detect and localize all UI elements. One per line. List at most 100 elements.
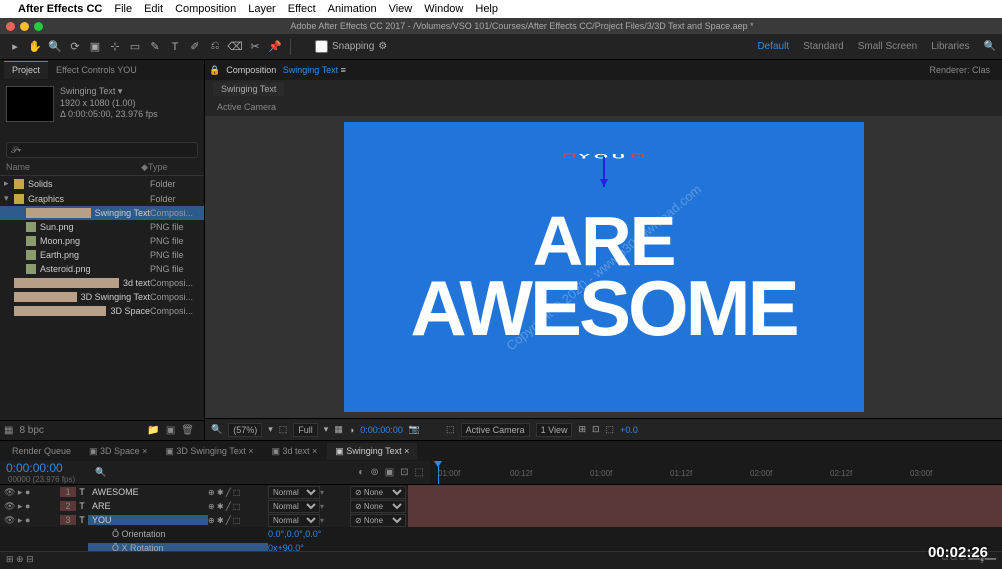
- col-tag-icon[interactable]: ◆: [141, 162, 148, 173]
- shape-tool-icon[interactable]: ▭: [126, 38, 144, 56]
- bpc-toggle[interactable]: 8 bpc: [19, 425, 43, 436]
- views-dropdown[interactable]: 1 View: [536, 423, 573, 437]
- timecode-display[interactable]: 0:00:00:00: [360, 425, 403, 435]
- project-item[interactable]: Asteroid.pngPNG file: [0, 262, 204, 276]
- project-item[interactable]: ▸SolidsFolder: [0, 176, 204, 191]
- timeline-tab[interactable]: ▣ 3D Space ×: [81, 443, 155, 460]
- roto-tool-icon[interactable]: ✂: [246, 38, 264, 56]
- 3d-layer-icon[interactable]: ⬚: [415, 467, 424, 478]
- project-item[interactable]: Moon.pngPNG file: [0, 234, 204, 248]
- menu-edit[interactable]: Edit: [144, 3, 163, 15]
- project-item[interactable]: 3d textComposi...: [0, 276, 204, 290]
- timeline-tab[interactable]: ▣ 3D Swinging Text ×: [157, 443, 261, 460]
- workspace-small[interactable]: Small Screen: [858, 41, 917, 52]
- timeline-tab[interactable]: Render Queue: [4, 443, 79, 459]
- snap-options-icon[interactable]: ⚙: [378, 41, 387, 52]
- layer-property[interactable]: Ŏ Orientation0.0°,0.0°,0.0°: [0, 527, 1002, 541]
- col-type[interactable]: Type: [148, 162, 198, 173]
- rotate-tool-icon[interactable]: ⟳: [66, 38, 84, 56]
- tab-composition[interactable]: Composition Swinging Text ≡: [220, 62, 352, 78]
- timeline-tab[interactable]: ▣ 3d text ×: [263, 443, 325, 460]
- interpret-icon[interactable]: ▦: [4, 425, 13, 436]
- layer-row[interactable]: 👁 ▸ ●3TYOU⊕ ✱ ╱ ⬚Normal▾⊘ None: [0, 513, 1002, 527]
- grid-icon[interactable]: ⊞: [578, 424, 586, 435]
- brush-tool-icon[interactable]: ✐: [186, 38, 204, 56]
- graph-icon[interactable]: ▣: [385, 467, 394, 478]
- project-info: Swinging Text ▾ 1920 x 1080 (1.00) Δ 0:0…: [0, 80, 204, 140]
- project-item[interactable]: Sun.pngPNG file: [0, 220, 204, 234]
- maximize-icon[interactable]: [34, 22, 43, 31]
- col-name[interactable]: Name: [6, 162, 141, 173]
- lock-icon[interactable]: 🔒: [209, 65, 220, 76]
- composition-viewer[interactable]: YOU ARE AWESOME Copyright © 2020 - www.p…: [205, 116, 1002, 418]
- snapping-toggle[interactable]: Snapping ⚙: [315, 40, 387, 53]
- menu-view[interactable]: View: [389, 3, 413, 15]
- camera-tool-icon[interactable]: ▣: [86, 38, 104, 56]
- project-item[interactable]: 3D SpaceComposi...: [0, 304, 204, 318]
- workspace-default[interactable]: Default: [757, 41, 789, 52]
- menu-help[interactable]: Help: [475, 3, 498, 15]
- new-comp-icon[interactable]: ▣: [166, 425, 175, 436]
- project-search-input[interactable]: [6, 142, 198, 158]
- menu-window[interactable]: Window: [424, 3, 463, 15]
- zoom-tool-icon[interactable]: 🔍: [46, 38, 64, 56]
- mask-icon[interactable]: ◑: [349, 425, 354, 435]
- zoom-out-icon[interactable]: 🔍: [211, 424, 222, 435]
- camera-dropdown[interactable]: Active Camera: [461, 423, 530, 437]
- hand-tool-icon[interactable]: ✋: [26, 38, 44, 56]
- project-item[interactable]: ▾GraphicsFolder: [0, 191, 204, 206]
- menu-file[interactable]: File: [114, 3, 132, 15]
- text-tool-icon[interactable]: T: [166, 38, 184, 56]
- layer-row[interactable]: 👁 ▸ ●2TARE⊕ ✱ ╱ ⬚Normal▾⊘ None: [0, 499, 1002, 513]
- shy-icon[interactable]: ◐: [358, 467, 364, 478]
- minimize-icon[interactable]: [20, 22, 29, 31]
- project-item[interactable]: Swinging TextComposi...: [0, 206, 204, 220]
- transparency-icon[interactable]: ▦: [334, 424, 343, 435]
- resolution-dropdown[interactable]: Full: [293, 423, 318, 437]
- snapping-checkbox[interactable]: [315, 40, 328, 53]
- motion-blur-icon[interactable]: ⊚: [370, 467, 378, 478]
- workspace-standard[interactable]: Standard: [803, 41, 844, 52]
- new-folder-icon[interactable]: 📁: [147, 425, 159, 436]
- toggle-switches-icon[interactable]: ⊞ ⊕ ⊟: [6, 554, 34, 565]
- snapshot-icon[interactable]: 📷: [409, 424, 420, 435]
- breadcrumb[interactable]: Swinging Text: [213, 82, 284, 96]
- layer-property[interactable]: Ŏ X Rotation0x+90.0°: [0, 541, 1002, 551]
- menu-composition[interactable]: Composition: [175, 3, 236, 15]
- pen-tool-icon[interactable]: ✎: [146, 38, 164, 56]
- workspace-libraries[interactable]: Libraries: [931, 41, 969, 52]
- frame-blend-icon[interactable]: ⊡: [400, 467, 408, 478]
- tab-project[interactable]: Project: [4, 61, 48, 79]
- stamp-tool-icon[interactable]: ⎌: [206, 38, 224, 56]
- anchor-tool-icon[interactable]: ⊹: [106, 38, 124, 56]
- current-time[interactable]: 0:00:00:00: [6, 461, 75, 475]
- close-icon[interactable]: [6, 22, 15, 31]
- project-panel: Project Effect Controls YOU Swinging Tex…: [0, 60, 205, 440]
- layer-list[interactable]: 👁 ▸ ●1TAWESOME⊕ ✱ ╱ ⬚Normal▾⊘ None👁 ▸ ●2…: [0, 485, 1002, 551]
- window-titlebar: Adobe After Effects CC 2017 - /Volumes/V…: [0, 18, 1002, 34]
- 3d-icon[interactable]: ⬚: [606, 424, 615, 435]
- search-icon[interactable]: 🔍: [984, 41, 996, 52]
- layer-row[interactable]: 👁 ▸ ●1TAWESOME⊕ ✱ ╱ ⬚Normal▾⊘ None: [0, 485, 1002, 499]
- eraser-tool-icon[interactable]: ⌫: [226, 38, 244, 56]
- exposure-value[interactable]: +0.0: [620, 425, 638, 435]
- project-list[interactable]: ▸SolidsFolder▾GraphicsFolderSwinging Tex…: [0, 176, 204, 420]
- renderer-label[interactable]: Renderer: Clas: [929, 65, 990, 75]
- tab-effect-controls[interactable]: Effect Controls YOU: [48, 62, 145, 79]
- timeline-tab[interactable]: ▣ Swinging Text ×: [327, 443, 417, 460]
- composition-panel: 🔒 Composition Swinging Text ≡ Renderer: …: [205, 60, 1002, 440]
- puppet-tool-icon[interactable]: 📌: [266, 38, 284, 56]
- selection-tool-icon[interactable]: ▸: [6, 38, 24, 56]
- show-channel-icon[interactable]: ⬚: [279, 424, 288, 435]
- menu-animation[interactable]: Animation: [328, 3, 377, 15]
- guides-icon[interactable]: ⊡: [592, 424, 600, 435]
- timeline-ruler[interactable]: 01:00f 00:12f 01:00f 01:12f 02:00f 02:12…: [430, 461, 1002, 484]
- zoom-dropdown[interactable]: (57%): [228, 423, 262, 437]
- search-icon[interactable]: 🔍: [95, 467, 106, 478]
- menu-layer[interactable]: Layer: [248, 3, 276, 15]
- trash-icon[interactable]: 🗑: [181, 425, 194, 436]
- project-item[interactable]: 3D Swinging TextComposi...: [0, 290, 204, 304]
- menu-effect[interactable]: Effect: [288, 3, 316, 15]
- project-item[interactable]: Earth.pngPNG file: [0, 248, 204, 262]
- app-name[interactable]: After Effects CC: [18, 3, 102, 15]
